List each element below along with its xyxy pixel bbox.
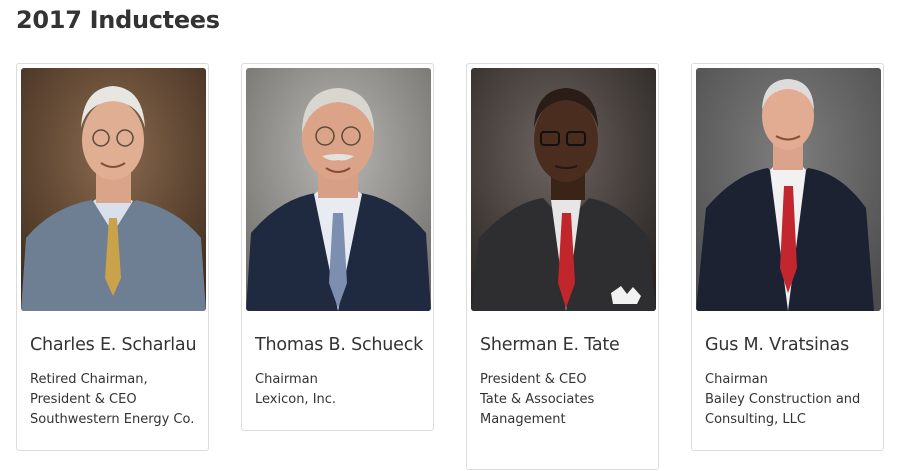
inductee-title-line: Retired Chairman, [30, 372, 148, 387]
inductee-photo[interactable] [471, 68, 656, 311]
inductee-photo[interactable] [696, 68, 881, 311]
portrait-image [21, 68, 206, 311]
portrait-image [246, 68, 431, 311]
inductee-card[interactable]: Thomas B. Schueck Chairman Lexicon, Inc. [241, 63, 434, 431]
inductee-photo[interactable] [246, 68, 431, 311]
inductee-company-line: Consulting, LLC [705, 412, 806, 427]
inductee-title-line: President & CEO [30, 392, 137, 407]
inductee-name[interactable]: Gus M. Vratsinas [705, 335, 849, 355]
inductee-title-block: President & CEO Tate & Associates Manage… [480, 370, 594, 430]
inductee-title-line: Chairman [705, 372, 768, 387]
inductee-card[interactable]: Charles E. Scharlau Retired Chairman, Pr… [16, 63, 209, 451]
inductee-name[interactable]: Charles E. Scharlau [30, 335, 197, 355]
portrait-image [471, 68, 656, 311]
inductee-photo[interactable] [21, 68, 206, 311]
page-title: 2017 Inductees [16, 6, 220, 34]
inductee-title-block: Chairman Lexicon, Inc. [255, 370, 336, 410]
inductee-name[interactable]: Sherman E. Tate [480, 335, 620, 355]
inductee-company-line: Southwestern Energy Co. [30, 412, 195, 427]
inductee-name[interactable]: Thomas B. Schueck [255, 335, 423, 355]
inductee-company-line: Bailey Construction and [705, 392, 861, 407]
inductee-title-block: Chairman Bailey Construction and Consult… [705, 370, 860, 430]
inductee-card[interactable]: Gus M. Vratsinas Chairman Bailey Constru… [691, 63, 884, 451]
inductee-title-line: President & CEO [480, 372, 587, 387]
inductee-card[interactable]: Sherman E. Tate President & CEO Tate & A… [466, 63, 659, 470]
inductee-title-line: Chairman [255, 372, 318, 387]
inductee-title-block: Retired Chairman, President & CEO Southw… [30, 370, 194, 430]
inductee-company-line: Lexicon, Inc. [255, 392, 337, 407]
inductee-company-line: Management [480, 412, 566, 427]
inductee-company-line: Tate & Associates [480, 392, 595, 407]
portrait-image [696, 68, 881, 311]
